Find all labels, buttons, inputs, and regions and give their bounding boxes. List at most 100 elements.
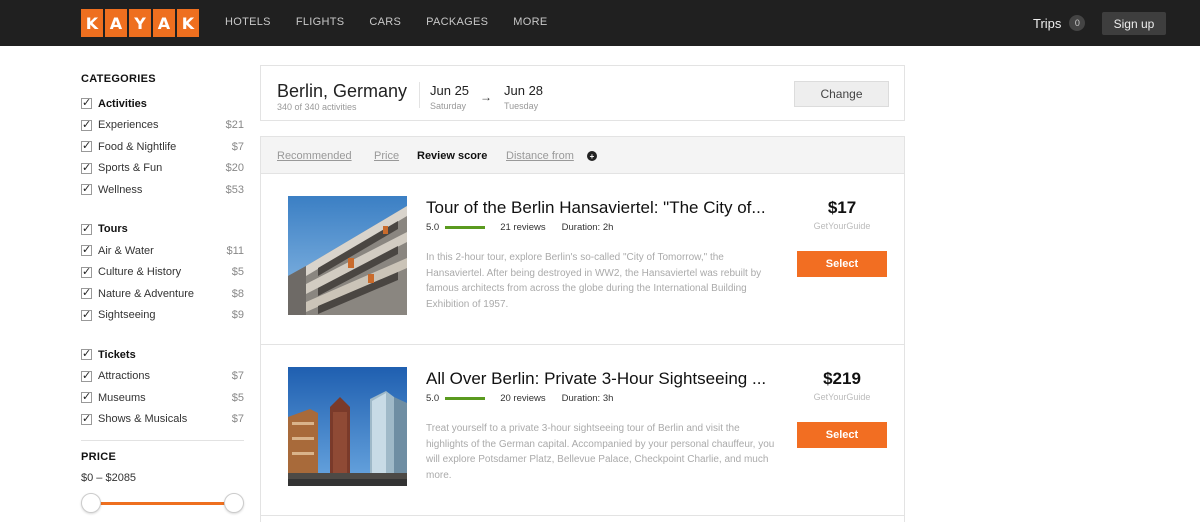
price-title: PRICE bbox=[81, 451, 117, 463]
activity-price: $219 bbox=[823, 369, 861, 388]
results-list: Tour of the Berlin Hansaviertel: "The Ci… bbox=[260, 174, 905, 522]
category-label: Air & Water bbox=[98, 244, 154, 257]
category-checkbox[interactable]: Attractions $7 bbox=[81, 366, 244, 388]
price-slider-track bbox=[91, 502, 234, 505]
destination-city: Berlin, Germany bbox=[277, 81, 408, 101]
rating-value: 5.0 bbox=[426, 222, 440, 233]
checkbox-icon bbox=[81, 96, 92, 110]
kayak-logo[interactable]: K A Y A K bbox=[81, 9, 199, 37]
checkbox-icon bbox=[81, 139, 92, 153]
plus-circle-icon[interactable]: + bbox=[587, 151, 597, 161]
activity-title[interactable]: All Over Berlin: Private 3-Hour Sightsee… bbox=[426, 369, 781, 389]
category-checkbox-tours[interactable]: Tours bbox=[81, 219, 244, 241]
rating-row: 5.0 20 reviews Duration: 3h bbox=[426, 393, 613, 404]
arrow-right-icon: → bbox=[480, 90, 492, 104]
review-count[interactable]: 21 reviews bbox=[500, 222, 545, 233]
sort-bar: Recommended Price Review score Distance … bbox=[260, 136, 905, 174]
price-slider-max-handle[interactable] bbox=[224, 493, 244, 513]
checkbox-icon bbox=[81, 265, 92, 278]
category-label: Museums bbox=[98, 391, 146, 404]
checkbox-icon bbox=[81, 412, 92, 425]
activity-photo[interactable] bbox=[288, 367, 407, 486]
nav-flights[interactable]: FLIGHTS bbox=[296, 16, 345, 28]
checkbox-icon bbox=[81, 369, 92, 382]
category-checkbox[interactable]: Nature & Adventure $8 bbox=[81, 283, 244, 305]
checkbox-icon bbox=[81, 118, 92, 131]
logo-letter: Y bbox=[129, 9, 151, 37]
start-day: Saturday bbox=[430, 101, 467, 111]
result-card: Tour of the Berlin Hansaviertel: "The Ci… bbox=[260, 174, 905, 345]
category-price: $53 bbox=[225, 183, 244, 196]
sort-distance-from[interactable]: Distance from bbox=[506, 150, 574, 162]
logo-letter: K bbox=[81, 9, 103, 37]
sidebar-divider bbox=[81, 440, 244, 441]
logo-letter: K bbox=[177, 9, 199, 37]
rating-value: 5.0 bbox=[426, 393, 440, 404]
category-checkbox[interactable]: Museums $5 bbox=[81, 387, 244, 409]
activity-price: $17 bbox=[827, 198, 857, 217]
top-navigation-bar: K A Y A K HOTELS FLIGHTS CARS PACKAGES M… bbox=[0, 0, 1200, 46]
select-button[interactable]: Select bbox=[797, 251, 887, 277]
sign-up-button[interactable]: Sign up bbox=[1102, 12, 1166, 35]
start-date: Jun 25 bbox=[430, 83, 470, 98]
main-nav: HOTELS FLIGHTS CARS PACKAGES MORE bbox=[225, 16, 572, 28]
category-price: $7 bbox=[231, 370, 244, 383]
end-date: Jun 28 bbox=[504, 83, 544, 98]
checkbox-icon bbox=[81, 182, 92, 196]
category-checkbox[interactable]: Culture & History $5 bbox=[81, 262, 244, 284]
nav-more[interactable]: MORE bbox=[513, 16, 547, 28]
checkbox-icon bbox=[81, 347, 92, 361]
rating-bar bbox=[445, 226, 486, 229]
price-range-text: $0 – $2085 bbox=[81, 472, 137, 484]
category-checkbox[interactable]: Sightseeing $9 bbox=[81, 305, 244, 327]
trips-link[interactable]: Trips 0 bbox=[1033, 15, 1086, 31]
category-checkbox[interactable]: Shows & Musicals $7 bbox=[81, 409, 244, 431]
category-price: $5 bbox=[231, 391, 244, 404]
category-checkbox[interactable]: Food & Nightlife $7 bbox=[81, 136, 244, 158]
category-price: $7 bbox=[231, 413, 244, 426]
activity-title[interactable]: Tour of the Berlin Hansaviertel: "The Ci… bbox=[426, 198, 781, 218]
sort-review-score[interactable]: Review score bbox=[417, 150, 487, 162]
search-summary: Berlin, Germany 340 of 340 activities Ju… bbox=[260, 65, 905, 121]
rating-row: 5.0 21 reviews Duration: 2h bbox=[426, 222, 613, 233]
category-label: Attractions bbox=[98, 370, 150, 383]
activity-description: Treat yourself to a private 3-hour sight… bbox=[426, 423, 775, 481]
activity-photo[interactable] bbox=[288, 196, 407, 315]
sort-price[interactable]: Price bbox=[374, 150, 399, 162]
category-price: $9 bbox=[231, 309, 244, 322]
category-label: Activities bbox=[98, 97, 147, 110]
category-checkbox[interactable]: Wellness $53 bbox=[81, 179, 244, 201]
category-label: Shows & Musicals bbox=[98, 413, 188, 426]
provider-name: GetYourGuide bbox=[813, 221, 871, 231]
nav-cars[interactable]: CARS bbox=[369, 16, 401, 28]
checkbox-icon bbox=[81, 390, 92, 404]
end-day: Tuesday bbox=[504, 101, 539, 111]
price-slider[interactable] bbox=[81, 493, 244, 513]
rating-bar bbox=[445, 397, 486, 400]
category-label: Food & Nightlife bbox=[98, 140, 177, 153]
change-search-button[interactable]: Change bbox=[794, 81, 889, 107]
activity-count: 340 of 340 activities bbox=[277, 102, 357, 112]
nav-hotels[interactable]: HOTELS bbox=[225, 16, 271, 28]
category-label: Nature & Adventure bbox=[98, 287, 195, 300]
sort-recommended[interactable]: Recommended bbox=[277, 150, 352, 162]
review-count[interactable]: 20 reviews bbox=[500, 393, 545, 404]
checkbox-icon bbox=[81, 308, 92, 321]
price-slider-min-handle[interactable] bbox=[81, 493, 101, 513]
category-group-activities: Activities Experiences $21 Food & Nightli… bbox=[81, 93, 244, 201]
nav-packages[interactable]: PACKAGES bbox=[426, 16, 488, 28]
category-checkbox[interactable]: Air & Water $11 bbox=[81, 240, 244, 262]
divider bbox=[419, 82, 420, 108]
category-label: Experiences bbox=[98, 119, 159, 132]
category-label: Sports & Fun bbox=[98, 162, 163, 175]
trips-label: Trips bbox=[1033, 15, 1062, 31]
category-checkbox[interactable]: Experiences $21 bbox=[81, 115, 244, 137]
category-checkbox[interactable]: Sports & Fun $20 bbox=[81, 158, 244, 180]
select-button[interactable]: Select bbox=[797, 422, 887, 448]
category-price: $21 bbox=[225, 119, 244, 132]
category-checkbox-activities[interactable]: Activities bbox=[81, 93, 244, 115]
activity-description: In this 2-hour tour, explore Berlin's so… bbox=[426, 252, 762, 310]
category-price: $20 bbox=[225, 162, 244, 175]
provider-name: GetYourGuide bbox=[813, 392, 871, 402]
category-checkbox-tickets[interactable]: Tickets bbox=[81, 344, 244, 366]
